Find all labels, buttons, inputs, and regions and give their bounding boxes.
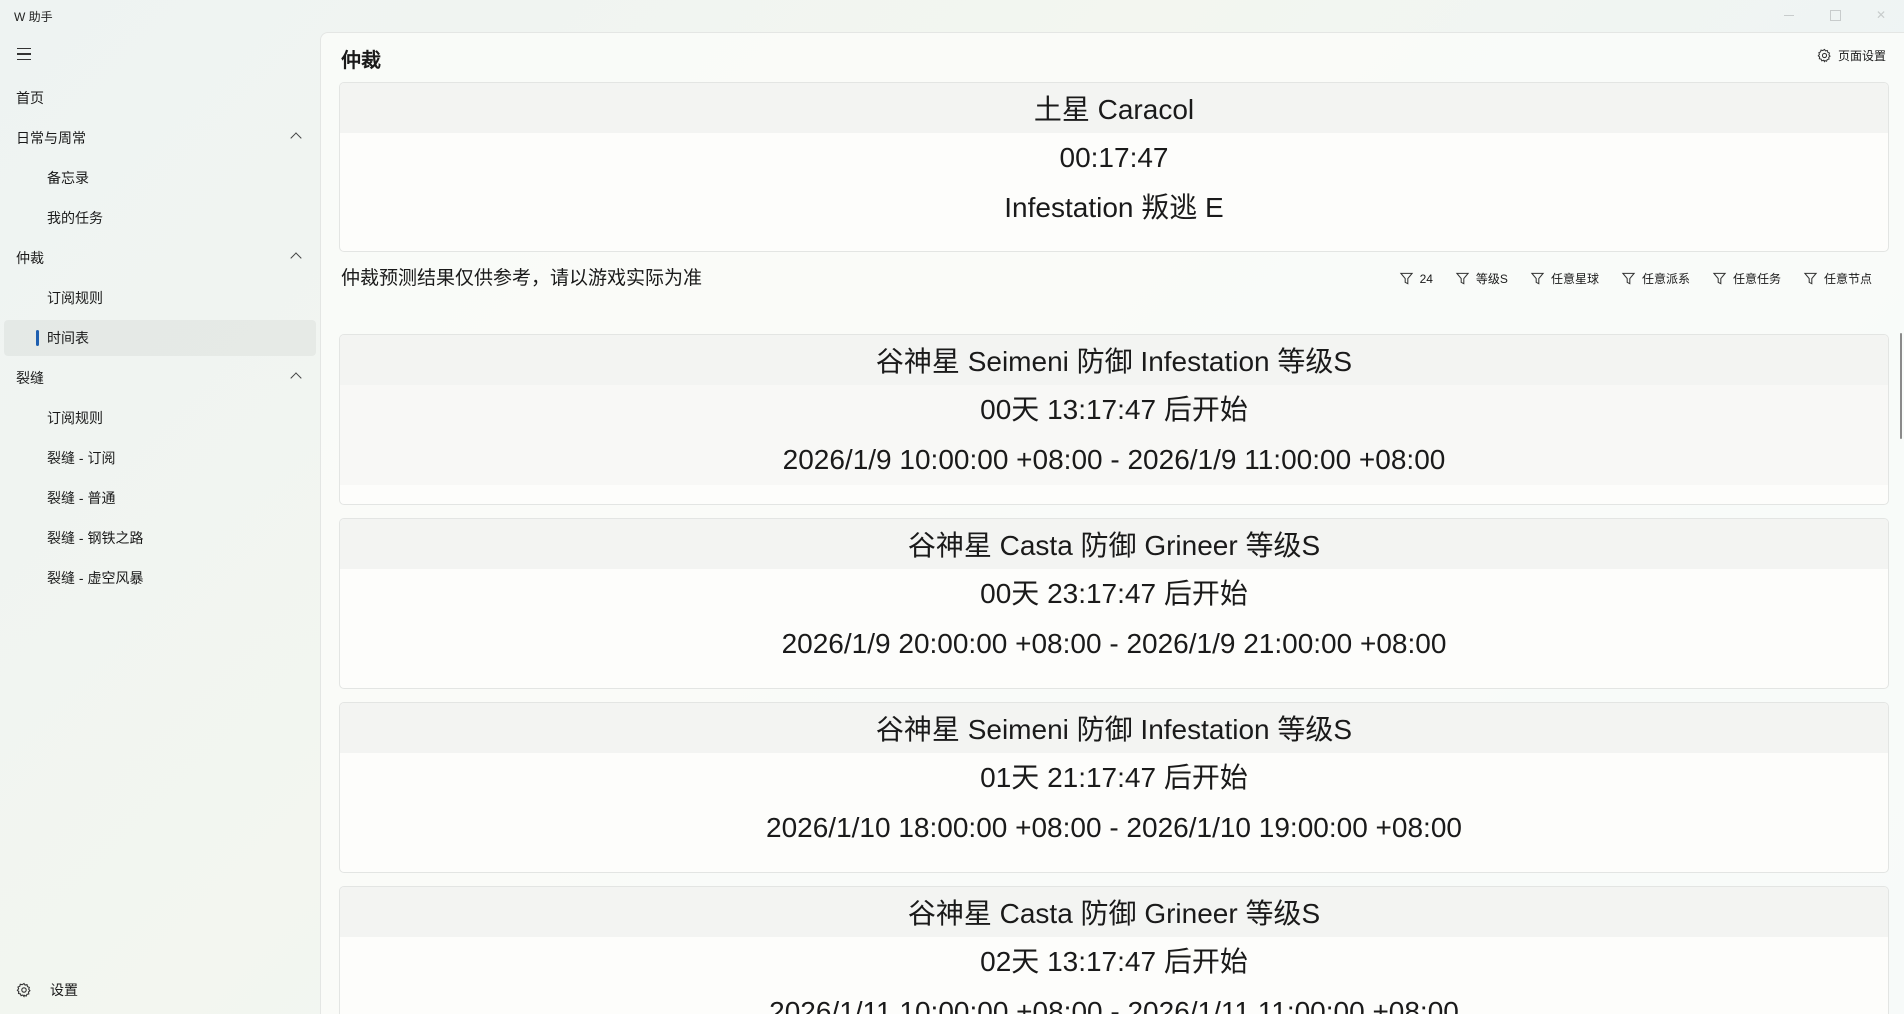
- sidebar-item-label: 首页: [16, 90, 44, 106]
- filter-label: 任意派系: [1641, 272, 1690, 286]
- sidebar-item-fissure-rules[interactable]: 订阅规则: [4, 400, 316, 436]
- sidebar-item-fissure-subscribe[interactable]: 裂缝 - 订阅: [4, 440, 316, 476]
- vertical-scrollbar[interactable]: [1900, 333, 1902, 439]
- filter-icon: [1530, 272, 1545, 285]
- time-range-text: 2026/1/9 20:00:00 +08:00 - 2026/1/9 21:0…: [781, 628, 1447, 659]
- sidebar-item-label: 备忘录: [47, 170, 89, 186]
- filter-label: 任意星球: [1550, 272, 1599, 286]
- minimize-button[interactable]: [1766, 0, 1812, 30]
- sidebar-item-label: 裂缝 - 普通: [47, 490, 116, 506]
- maximize-button[interactable]: [1812, 0, 1858, 30]
- selection-indicator: [36, 330, 39, 346]
- card-title: 土星 Caracol: [340, 83, 1888, 133]
- disclaimer-text: 仲裁预测结果仅供参考，请以游戏实际为准: [341, 268, 703, 289]
- filter-icon: [1621, 272, 1636, 285]
- sidebar-group-fissures[interactable]: 裂缝: [4, 360, 316, 396]
- filter-label: 等级S: [1475, 272, 1508, 286]
- chevron-up-icon: [290, 252, 302, 264]
- chevron-up-icon: [290, 132, 302, 144]
- sidebar-item-my-tasks[interactable]: 我的任务: [4, 200, 316, 236]
- sidebar-item-fissure-normal[interactable]: 裂缝 - 普通: [4, 480, 316, 516]
- schedule-card: 谷神星 Casta 防御 Grineer 等级S 00天 23:17:47 后开…: [339, 518, 1889, 689]
- filter-node[interactable]: 任意节点: [1803, 270, 1872, 287]
- card-title: 谷神星 Casta 防御 Grineer 等级S: [340, 519, 1888, 569]
- sidebar-item-label: 我的任务: [47, 210, 103, 226]
- time-range-text: 2026/1/11 10:00:00 +08:00 - 2026/1/11 11…: [769, 996, 1459, 1014]
- schedule-card: 谷神星 Casta 防御 Grineer 等级S 02天 13:17:47 后开…: [339, 886, 1889, 1014]
- sidebar-item-settings[interactable]: 设置: [4, 972, 316, 1008]
- page-settings-button[interactable]: 页面设置: [1817, 47, 1886, 64]
- filter-bar: 24 等级S 任意星球 任意派系 任意任务 任意节点: [1377, 270, 1872, 287]
- page-settings-label: 页面设置: [1837, 49, 1886, 63]
- sidebar-item-label: 订阅规则: [47, 290, 103, 306]
- sidebar-item-label: 裂缝: [16, 370, 44, 386]
- sidebar-item-arbitration-subscriptions[interactable]: 订阅规则: [4, 280, 316, 316]
- sidebar-item-label: 日常与周常: [16, 130, 86, 146]
- sidebar-item-fissure-void-storm[interactable]: 裂缝 - 虚空风暴: [4, 560, 316, 596]
- sidebar-group-arbitration[interactable]: 仲裁: [4, 240, 316, 276]
- sidebar-item-label: 仲裁: [16, 250, 44, 266]
- card-title: 谷神星 Seimeni 防御 Infestation 等级S: [340, 335, 1888, 385]
- card-title: 谷神星 Seimeni 防御 Infestation 等级S: [340, 703, 1888, 753]
- title-bar: W 助手 ✕: [0, 0, 1904, 32]
- mission-text: Infestation 叛逃 E: [1004, 192, 1224, 223]
- countdown-text: 00天 23:17:47 后开始: [980, 578, 1248, 609]
- gear-icon: [1817, 48, 1831, 63]
- settings-label: 设置: [50, 982, 78, 998]
- sidebar-item-schedule[interactable]: 时间表: [4, 320, 316, 356]
- filter-tier[interactable]: 等级S: [1455, 270, 1508, 287]
- current-arbitration-card: 土星 Caracol 00:17:47 Infestation 叛逃 E: [339, 82, 1889, 252]
- schedule-card: 谷神星 Seimeni 防御 Infestation 等级S 00天 13:17…: [339, 334, 1889, 505]
- sidebar-item-memo[interactable]: 备忘录: [4, 160, 316, 196]
- sidebar-item-label: 裂缝 - 虚空风暴: [47, 570, 144, 586]
- filter-faction[interactable]: 任意派系: [1621, 270, 1690, 287]
- sidebar-group-daily[interactable]: 日常与周常: [4, 120, 316, 156]
- filter-icon: [1803, 272, 1818, 285]
- countdown-text: 00天 13:17:47 后开始: [340, 385, 1888, 435]
- sidebar-item-home[interactable]: 首页: [4, 80, 316, 116]
- sidebar-item-label: 时间表: [47, 330, 89, 346]
- time-range-text: 2026/1/10 18:00:00 +08:00 - 2026/1/10 19…: [766, 812, 1462, 843]
- sidebar-item-label: 裂缝 - 订阅: [47, 450, 116, 466]
- filter-mission[interactable]: 任意任务: [1712, 270, 1781, 287]
- filter-icon: [1712, 272, 1727, 285]
- gear-icon: [16, 982, 31, 998]
- filter-icon: [1399, 272, 1413, 285]
- page-title: 仲裁: [341, 50, 381, 72]
- countdown-text: 01天 21:17:47 后开始: [980, 762, 1248, 793]
- menu-toggle-icon[interactable]: [10, 42, 38, 66]
- schedule-card: 谷神星 Seimeni 防御 Infestation 等级S 01天 21:17…: [339, 702, 1889, 873]
- filter-label: 24: [1419, 271, 1433, 286]
- app-title: W 助手: [14, 10, 53, 24]
- filter-hours[interactable]: 24: [1399, 270, 1433, 287]
- sidebar-item-label: 订阅规则: [47, 410, 103, 426]
- chevron-up-icon: [290, 372, 302, 384]
- main-content: 仲裁 页面设置 土星 Caracol 00:17:47 Infestation …: [320, 32, 1904, 1014]
- sidebar: 首页 日常与周常 备忘录 我的任务 仲裁 订阅规则 时间表 裂缝 订阅规则 裂缝…: [0, 32, 320, 1014]
- filter-planet[interactable]: 任意星球: [1530, 270, 1599, 287]
- card-title: 谷神星 Casta 防御 Grineer 等级S: [340, 887, 1888, 937]
- countdown-text: 02天 13:17:47 后开始: [980, 946, 1248, 977]
- sidebar-item-fissure-steel-path[interactable]: 裂缝 - 钢铁之路: [4, 520, 316, 556]
- close-button[interactable]: ✕: [1858, 0, 1904, 30]
- filter-label: 任意节点: [1823, 272, 1872, 286]
- timer-text: 00:17:47: [1059, 142, 1169, 173]
- filter-icon: [1455, 272, 1470, 285]
- time-range-text: 2026/1/9 10:00:00 +08:00 - 2026/1/9 11:0…: [340, 435, 1888, 485]
- sidebar-item-label: 裂缝 - 钢铁之路: [47, 530, 144, 546]
- filter-label: 任意任务: [1732, 272, 1781, 286]
